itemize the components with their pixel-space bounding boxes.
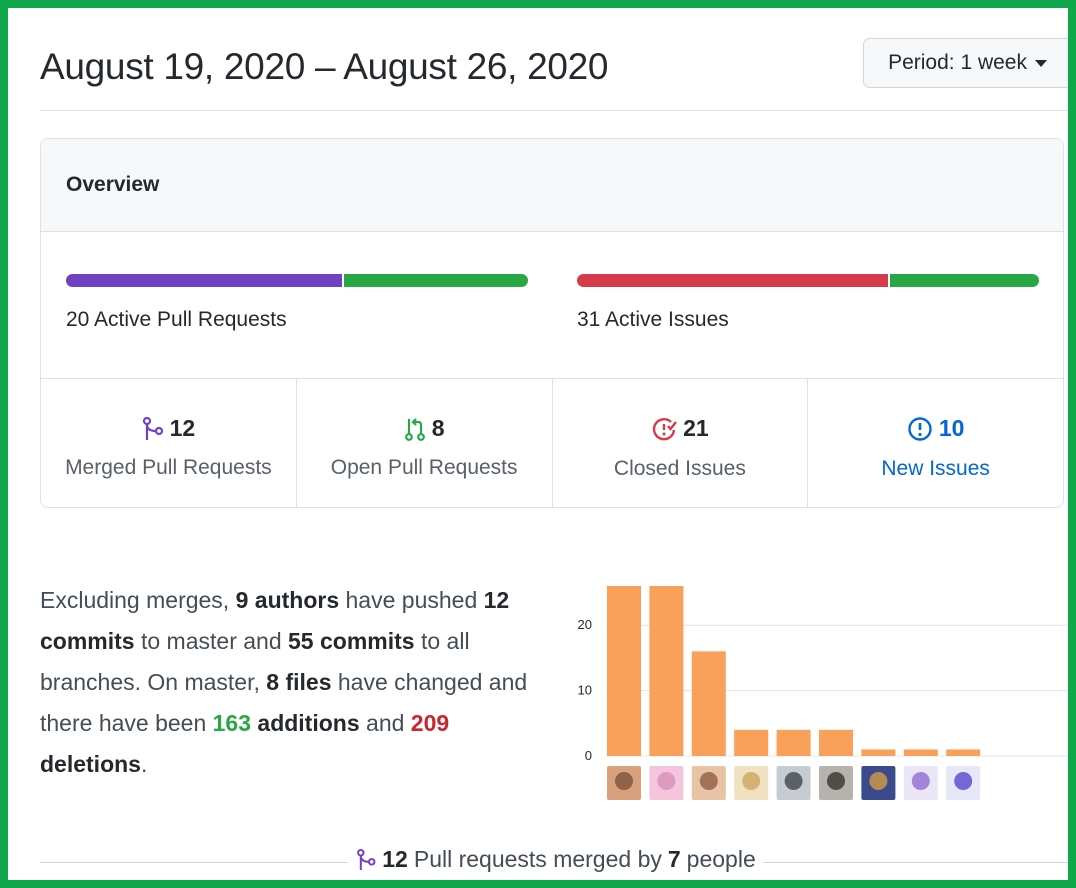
avatar-figure [657,772,676,790]
overview-panel: Overview 20 Active Pull Requests 31 Acti… [40,138,1064,508]
merged-segment [66,274,342,287]
summary-text: and [359,710,411,736]
footer-label: Pull requests merged by [413,846,662,872]
authors-count[interactable]: 9 authors [236,587,340,613]
new-segment [890,274,1039,287]
bar-author-6[interactable] [819,729,853,756]
commit-summary: Excluding merges, 9 authors have pushed … [40,580,550,785]
footer-text: 12 Pull requests merged by 7 people [348,846,764,873]
footer-people-count: 7 [667,846,681,872]
issue-opened-icon [908,416,932,441]
summary-text: . [140,751,148,777]
summary-text: to master and [134,628,289,654]
footer-pr-count: 12 [382,846,408,872]
summary-text: Excluding merges, [40,587,236,613]
page-title: August 19, 2020 – August 26, 2020 [40,46,609,87]
bar-author-1[interactable] [607,586,641,756]
additions-label: additions [251,710,360,736]
closed-segment [577,274,888,287]
bar-author-9[interactable] [946,749,981,756]
bar-author-5[interactable] [776,729,811,756]
overview-heading: Overview [41,139,1063,232]
stat-merged-prs[interactable]: 12 Merged Pull Requests [41,379,297,507]
additions-count: 163 [212,710,252,736]
bar-author-4[interactable] [734,729,769,756]
merged-label: Merged Pull Requests [65,455,272,479]
commits-by-author-chart: 0 10 20 [578,586,1068,800]
y-tick-label: 10 [578,683,592,698]
closed-count: 21 [683,415,709,441]
app-frame: August 19, 2020 – August 26, 2020 Period… [0,0,1076,888]
bar-author-7[interactable] [861,749,896,756]
merged-count: 12 [169,415,196,441]
pull-requests-bar[interactable] [66,274,528,287]
open-label: Open Pull Requests [330,455,518,479]
git-merge-icon [142,416,163,440]
issue-closed-icon [652,417,678,440]
new-count: 10 [938,415,965,441]
deletions-count: 209 [410,710,450,736]
stat-new-issues[interactable]: 10 New Issues [808,379,1063,507]
summary-text: have pushed [339,587,484,613]
active-issues-link[interactable]: 31 Active Issues [577,308,729,332]
merged-prs-footer: 12 Pull requests merged by 7 people [40,840,1068,880]
y-tick-label: 20 [578,617,592,632]
all-commits-count[interactable]: 55 commits [288,628,415,654]
avatar-figure [911,772,930,790]
files-changed-count: 8 files [266,669,332,695]
stat-closed-issues[interactable]: 21 Closed Issues [553,379,809,507]
open-segment [344,274,528,287]
git-merge-icon [357,848,376,870]
avatar-figure [784,772,803,790]
bar-author-2[interactable] [649,586,684,756]
issues-bar[interactable] [577,274,1039,287]
git-pull-request-icon [404,417,425,441]
bar-author-3[interactable] [691,651,726,756]
avatar-figure [954,772,973,790]
period-dropdown-button[interactable]: Period: 1 week [863,38,1068,88]
avatar-figure [742,772,761,790]
footer-label: people [686,846,756,872]
avatar-figure [869,772,888,790]
active-pull-requests-link[interactable]: 20 Active Pull Requests [66,308,287,332]
open-count: 8 [431,415,445,441]
stat-open-prs[interactable]: 8 Open Pull Requests [297,379,553,507]
y-tick-label: 0 [585,748,592,763]
period-header: August 19, 2020 – August 26, 2020 Period… [40,34,1068,111]
caret-down-icon [1035,59,1047,67]
closed-label: Closed Issues [613,456,746,480]
bar-author-8[interactable] [903,749,938,756]
deletions-label: deletions [40,751,141,777]
avatar-figure [699,772,718,790]
avatar-figure [827,772,845,790]
stats-row: 12 Merged Pull Requests 8 Open Pull Requ… [41,379,1063,507]
overview-bars: 20 Active Pull Requests 31 Active Issues [41,232,1063,379]
new-label: New Issues [881,456,990,480]
period-label: Period: 1 week [888,51,1027,74]
avatar-figure [615,772,633,790]
